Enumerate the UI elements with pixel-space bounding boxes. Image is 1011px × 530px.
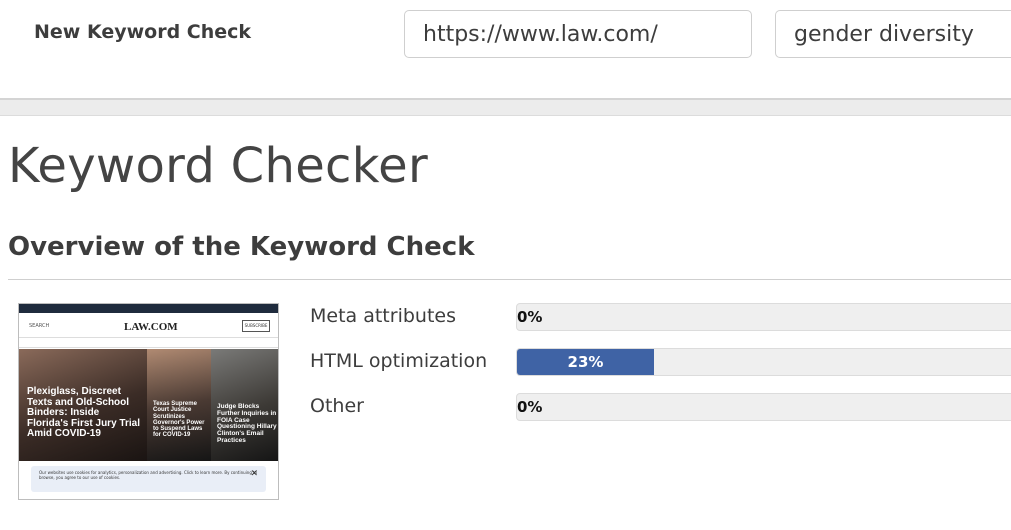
progress-bar-meta: 0%: [516, 303, 1011, 331]
percent-meta: 0%: [517, 308, 543, 326]
percent-html: 23%: [567, 353, 604, 371]
close-icon: ✕: [250, 469, 258, 479]
section-title: Overview of the Keyword Check: [8, 232, 475, 262]
thumb-headline-3: Judge Blocks Further Inquiries in FOIA C…: [217, 403, 277, 445]
thumb-cookie-text: Our websites use cookies for analytics, …: [39, 470, 258, 480]
thumb-top-nav: [19, 304, 278, 313]
metric-label-html: HTML optimization: [310, 350, 488, 372]
website-screenshot-thumbnail: SEARCH LAW.COM SUBSCRIBE Plexiglass, Dis…: [18, 303, 279, 500]
thumb-headline-main: Plexiglass, Discreet Texts and Old-Schoo…: [27, 386, 140, 439]
keyword-input[interactable]: [775, 10, 1011, 58]
url-input[interactable]: [404, 10, 752, 58]
thumb-menu-bar: [19, 337, 278, 348]
thumb-photo-strip: Plexiglass, Discreet Texts and Old-Schoo…: [19, 349, 278, 461]
metric-label-meta: Meta attributes: [310, 305, 456, 327]
thumb-search-label: SEARCH: [29, 323, 50, 329]
toolbar-separator-band: [0, 98, 1011, 116]
section-divider: [8, 279, 1011, 280]
new-keyword-check-label: New Keyword Check: [34, 21, 252, 43]
percent-other: 0%: [517, 398, 543, 416]
thumb-subscribe-button: SUBSCRIBE: [242, 320, 270, 332]
metric-label-other: Other: [310, 395, 364, 417]
thumb-logo: LAW.COM: [124, 321, 178, 333]
page-title: Keyword Checker: [8, 138, 428, 194]
top-toolbar: New Keyword Check: [0, 0, 1011, 98]
thumb-cookie-banner: Our websites use cookies for analytics, …: [31, 466, 266, 492]
thumb-headline-2: Texas Supreme Court Justice Scrutinizes …: [153, 401, 205, 439]
progress-bar-other: 0%: [516, 393, 1011, 421]
progress-bar-html: 23%: [516, 348, 1011, 376]
